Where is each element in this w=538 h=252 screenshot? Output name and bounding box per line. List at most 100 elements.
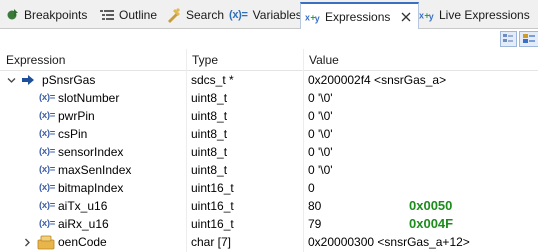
outline-icon: [99, 7, 115, 23]
array-icon: [36, 234, 56, 250]
value-text: 79: [308, 217, 322, 231]
table-row[interactable]: (x)= maxSenIndex uint8_t 0 '\0': [0, 161, 538, 179]
expression-cell: oenCode: [0, 233, 186, 251]
table-row[interactable]: (x)= bitmapIndex uint16_t 0: [0, 179, 538, 197]
value-cell[interactable]: 79 0x004F: [303, 215, 538, 233]
tab-breakpoints[interactable]: Breakpoints: [4, 3, 87, 27]
tab-expressions[interactable]: x + y Expressions: [300, 2, 420, 29]
expression-cell: (x)= maxSenIndex: [0, 161, 186, 179]
column-header-type[interactable]: Type: [186, 49, 303, 71]
expression-cell: (x)= aiRx_u16: [0, 215, 186, 233]
variable-icon: (x)=: [39, 200, 55, 211]
expression-cell: (x)= sensorIndex: [0, 143, 186, 161]
expression-tree: pSnsrGas sdcs_t * 0x200002f4 <snsrGas_a>…: [0, 71, 538, 251]
variable-icon: (x)=: [39, 110, 55, 121]
tab-search[interactable]: Search: [166, 3, 224, 27]
layout-icon: [523, 34, 535, 43]
collapse-all-icon: [503, 34, 513, 42]
type-cell: uint8_t: [191, 145, 228, 159]
expression-name: maxSenIndex: [58, 163, 132, 177]
expression-name: csPin: [58, 127, 88, 141]
value-cell[interactable]: 0 '\0': [303, 107, 538, 125]
live-expressions-icon: x + y: [419, 7, 435, 23]
type-cell: uint16_t: [191, 199, 234, 213]
variable-icon: (x)=: [39, 92, 55, 103]
variable-icon: (x)=: [39, 146, 55, 157]
variable-icon: (x)=: [39, 218, 55, 229]
table-row[interactable]: oenCode char [7] 0x20000300 <snsrGas_a+1…: [0, 233, 538, 251]
value-cell[interactable]: 0: [303, 179, 538, 197]
variables-icon: (x)=: [229, 9, 248, 21]
table-row[interactable]: (x)= sensorIndex uint8_t 0 '\0': [0, 143, 538, 161]
column-header-value[interactable]: Value: [303, 49, 538, 71]
value-cell[interactable]: 0 '\0': [303, 161, 538, 179]
tab-live-expressions[interactable]: x + y Live Expressions: [419, 3, 530, 27]
expression-cell: (x)= bitmapIndex: [0, 179, 186, 197]
svg-text:x: x: [305, 12, 310, 22]
value-cell[interactable]: 0 '\0': [303, 125, 538, 143]
value-cell[interactable]: 0x20000300 <snsrGas_a+12>: [303, 233, 538, 251]
tab-live-expressions-label: Live Expressions: [439, 8, 530, 22]
search-icon: [166, 7, 182, 23]
svg-text:x: x: [419, 11, 424, 21]
table-row[interactable]: (x)= pwrPin uint8_t 0 '\0': [0, 107, 538, 125]
expression-name: slotNumber: [58, 91, 120, 105]
expression-name: aiRx_u16: [58, 217, 109, 231]
expression-name: bitmapIndex: [58, 181, 124, 195]
tab-search-label: Search: [186, 8, 225, 22]
chevron-right-icon[interactable]: [22, 233, 32, 251]
view-tab-bar: Breakpoints Outline Search (x)= Variable…: [0, 0, 538, 29]
svg-text:y: y: [315, 13, 320, 23]
svg-text:y: y: [429, 11, 434, 21]
expression-name: sensorIndex: [58, 145, 124, 159]
type-cell: uint16_t: [191, 217, 234, 231]
chevron-down-icon[interactable]: [6, 71, 16, 89]
table-row[interactable]: (x)= aiTx_u16 uint16_t 80 0x0050: [0, 197, 538, 215]
tab-outline-label: Outline: [119, 8, 158, 22]
type-cell: uint16_t: [191, 181, 234, 195]
table-row[interactable]: (x)= slotNumber uint8_t 0 '\0': [0, 89, 538, 107]
expression-name: aiTx_u16: [58, 199, 108, 213]
tab-outline[interactable]: Outline: [99, 3, 157, 27]
expression-cell: (x)= slotNumber: [0, 89, 186, 107]
value-cell[interactable]: 0x200002f4 <snsrGas_a>: [303, 71, 538, 89]
close-icon[interactable]: [400, 11, 412, 23]
value-cell[interactable]: 0 '\0': [303, 89, 538, 107]
hex-annotation: 0x0050: [409, 198, 453, 213]
variable-icon: (x)=: [39, 128, 55, 139]
value-cell[interactable]: 0 '\0': [303, 143, 538, 161]
variable-icon: (x)=: [39, 182, 55, 193]
expression-name: pwrPin: [58, 109, 95, 123]
type-cell: uint8_t: [191, 109, 228, 123]
tab-variables-label: Variables: [252, 8, 302, 22]
column-header: Expression Type Value: [0, 49, 538, 71]
collapse-all-button[interactable]: [500, 31, 517, 47]
tab-variables[interactable]: (x)= Variables: [229, 3, 302, 27]
table-row[interactable]: pSnsrGas sdcs_t * 0x200002f4 <snsrGas_a>: [0, 71, 538, 89]
value-cell[interactable]: 80 0x0050: [303, 197, 538, 215]
variable-icon: (x)=: [39, 164, 55, 175]
show-type-names-button[interactable]: [519, 31, 538, 47]
type-cell: sdcs_t *: [191, 73, 234, 87]
tab-expressions-label: Expressions: [325, 9, 391, 24]
tab-breakpoints-label: Breakpoints: [24, 8, 88, 22]
value-text: 80: [308, 199, 322, 213]
expression-name: pSnsrGas: [42, 73, 96, 87]
type-cell: uint8_t: [191, 91, 228, 105]
expression-name: oenCode: [58, 235, 107, 249]
expression-cell: (x)= csPin: [0, 125, 186, 143]
type-cell: char [7]: [191, 235, 232, 249]
expression-cell: pSnsrGas: [0, 71, 186, 89]
type-cell: uint8_t: [191, 163, 228, 177]
type-cell: uint8_t: [191, 127, 228, 141]
expression-cell: (x)= aiTx_u16: [0, 197, 186, 215]
view-toolbar: [0, 29, 538, 49]
breakpoints-icon: [4, 7, 20, 23]
table-row[interactable]: (x)= csPin uint8_t 0 '\0': [0, 125, 538, 143]
expressions-icon: x + y: [305, 9, 321, 25]
pointer-icon: [20, 72, 36, 88]
hex-annotation: 0x004F: [409, 216, 454, 231]
expression-cell: (x)= pwrPin: [0, 107, 186, 125]
table-row[interactable]: (x)= aiRx_u16 uint16_t 79 0x004F: [0, 215, 538, 233]
column-header-expression[interactable]: Expression: [0, 49, 186, 71]
